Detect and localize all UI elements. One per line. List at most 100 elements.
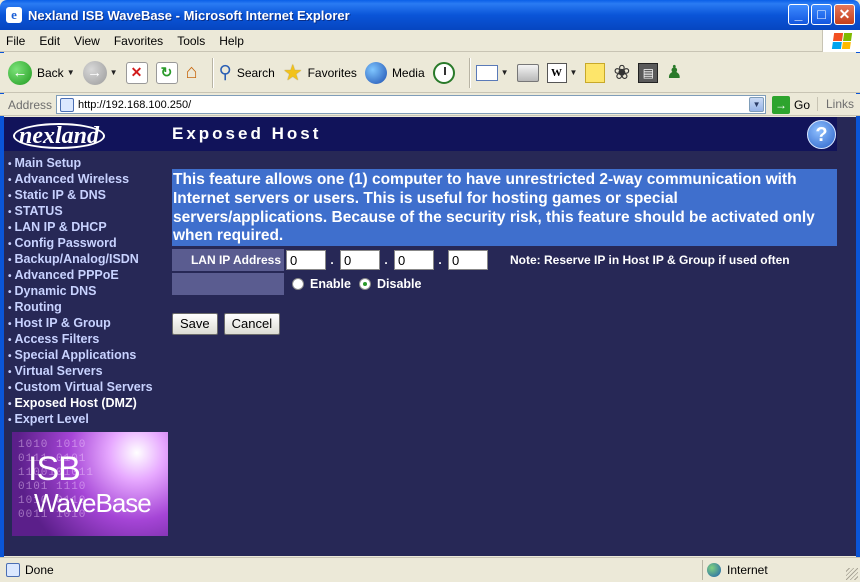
menu-view[interactable]: View bbox=[74, 34, 100, 48]
sidebar-item-backup-analog-isdn[interactable]: • Backup/Analog/ISDN bbox=[4, 251, 172, 267]
back-dropdown-icon[interactable]: ▼ bbox=[67, 68, 75, 77]
forward-dropdown-icon[interactable]: ▼ bbox=[110, 68, 118, 77]
back-arrow-icon: ← bbox=[8, 60, 32, 85]
maximize-button[interactable]: □ bbox=[811, 4, 832, 25]
favorites-button[interactable]: ★ Favorites bbox=[283, 60, 357, 86]
media-label: Media bbox=[391, 65, 425, 80]
feature-description: This feature allows one (1) computer to … bbox=[172, 169, 837, 246]
help-icon[interactable]: ? bbox=[807, 120, 836, 149]
edit-button[interactable]: W ▼ bbox=[546, 62, 578, 83]
logo-text: nexland bbox=[13, 123, 106, 149]
messenger-button[interactable]: ♟ bbox=[666, 62, 682, 83]
sidebar-item-routing[interactable]: • Routing bbox=[4, 299, 172, 315]
sidebar-item-static-ip-dns[interactable]: • Static IP & DNS bbox=[4, 187, 172, 203]
close-button[interactable]: ✕ bbox=[834, 4, 855, 25]
forward-button[interactable]: → ▼ bbox=[82, 60, 118, 85]
sidebar-item-status[interactable]: • STATUS bbox=[4, 203, 172, 219]
sidebar-item-label: Backup/Analog/ISDN bbox=[14, 252, 139, 266]
media-icon bbox=[364, 61, 387, 84]
history-button[interactable] bbox=[432, 61, 455, 84]
reserve-ip-note: Note: Reserve IP in Host IP & Group if u… bbox=[510, 253, 790, 267]
sidebar-item-expert-level[interactable]: • Expert Level bbox=[4, 411, 172, 427]
word-icon: W bbox=[546, 62, 567, 83]
menu-file[interactable]: File bbox=[6, 34, 25, 48]
sidebar-item-virtual-servers[interactable]: • Virtual Servers bbox=[4, 363, 172, 379]
sidebar-item-label: Config Password bbox=[14, 236, 117, 250]
home-button[interactable]: ⌂ bbox=[186, 61, 198, 84]
go-label: Go bbox=[794, 97, 811, 112]
sidebar-item-lan-ip-dhcp[interactable]: • LAN IP & DHCP bbox=[4, 219, 172, 235]
menu-edit[interactable]: Edit bbox=[39, 34, 60, 48]
minimize-button[interactable]: _ bbox=[788, 4, 809, 25]
menu-favorites[interactable]: Favorites bbox=[114, 34, 163, 48]
sidebar-item-label: LAN IP & DHCP bbox=[14, 220, 107, 234]
sidebar-item-label: Dynamic DNS bbox=[14, 284, 97, 298]
ip-octet-4[interactable] bbox=[448, 250, 488, 270]
enable-label[interactable]: Enable bbox=[310, 277, 351, 291]
address-dropdown-icon[interactable]: ▼ bbox=[749, 97, 765, 112]
home-icon: ⌂ bbox=[185, 61, 198, 83]
messenger-icon: ♟ bbox=[666, 62, 683, 82]
search-button[interactable]: ⚲ Search bbox=[219, 62, 275, 83]
toolbar: ← Back ▼ → ▼ ✕ ↻ ⌂ ⚲ Search ★ Favorites … bbox=[0, 53, 860, 93]
refresh-button[interactable]: ↻ bbox=[155, 61, 178, 84]
sidebar-item-advanced-pppoe[interactable]: • Advanced PPPoE bbox=[4, 267, 172, 283]
back-button[interactable]: ← Back ▼ bbox=[8, 60, 75, 85]
edit-dropdown-icon[interactable]: ▼ bbox=[570, 68, 578, 77]
search-label: Search bbox=[236, 65, 275, 80]
disable-label[interactable]: Disable bbox=[377, 277, 421, 291]
resize-grip-icon[interactable] bbox=[846, 568, 858, 580]
sidebar-item-host-ip-group[interactable]: • Host IP & Group bbox=[4, 315, 172, 331]
menu-tools[interactable]: Tools bbox=[177, 34, 205, 48]
mail-icon bbox=[475, 64, 498, 81]
back-label: Back bbox=[37, 65, 64, 80]
cancel-button[interactable]: Cancel bbox=[223, 313, 281, 335]
sidebar-item-advanced-wireless[interactable]: • Advanced Wireless bbox=[4, 171, 172, 187]
sidebar-item-dynamic-dns[interactable]: • Dynamic DNS bbox=[4, 283, 172, 299]
address-input[interactable]: http://192.168.100.250/ ▼ bbox=[56, 95, 767, 114]
ip-octet-3[interactable] bbox=[394, 250, 434, 270]
save-button[interactable]: Save bbox=[172, 313, 218, 335]
ip-dot: . bbox=[384, 253, 388, 267]
flower-button[interactable]: ❀ bbox=[613, 60, 630, 85]
nexland-logo: nexland bbox=[13, 119, 158, 151]
notes-button[interactable] bbox=[585, 62, 606, 83]
window-title: Nexland ISB WaveBase - Microsoft Interne… bbox=[28, 7, 350, 23]
mail-dropdown-icon[interactable]: ▼ bbox=[501, 68, 509, 77]
favorites-label: Favorites bbox=[307, 65, 357, 80]
banner-line-1: ISB bbox=[28, 450, 81, 488]
ip-dot: . bbox=[438, 253, 442, 267]
ip-octet-1[interactable] bbox=[286, 250, 326, 270]
sidebar-item-label: Routing bbox=[14, 300, 62, 314]
security-zone: Internet bbox=[702, 560, 858, 580]
forward-arrow-icon: → bbox=[82, 60, 107, 85]
menu-bar: File Edit View Favorites Tools Help bbox=[0, 30, 860, 52]
links-button[interactable]: Links bbox=[816, 97, 854, 111]
sidebar-item-label: Static IP & DNS bbox=[14, 188, 106, 202]
lan-ip-row: LAN IP Address . . . Note: Reserve IP in… bbox=[172, 248, 837, 272]
mail-button[interactable]: ▼ bbox=[475, 64, 509, 81]
go-arrow-icon: → bbox=[772, 95, 791, 114]
sidebar-item-custom-virtual-servers[interactable]: • Custom Virtual Servers bbox=[4, 379, 172, 395]
sidebar-item-config-password[interactable]: • Config Password bbox=[4, 235, 172, 251]
page-title: Exposed Host bbox=[172, 124, 322, 143]
media-button[interactable]: Media bbox=[364, 61, 425, 84]
go-button[interactable]: → Go bbox=[772, 95, 811, 114]
print-button[interactable] bbox=[516, 63, 539, 82]
sidebar-item-exposed-host[interactable]: • Exposed Host (DMZ) bbox=[4, 395, 172, 411]
sidebar-item-label: Custom Virtual Servers bbox=[14, 380, 153, 394]
sidebar-item-label: Virtual Servers bbox=[14, 364, 103, 378]
menu-help[interactable]: Help bbox=[219, 34, 244, 48]
search-icon: ⚲ bbox=[218, 62, 232, 82]
ip-octet-2[interactable] bbox=[340, 250, 380, 270]
stop-button[interactable]: ✕ bbox=[125, 61, 148, 84]
disk-icon: ▤ bbox=[638, 62, 659, 83]
status-text: Done bbox=[25, 563, 54, 577]
enable-radio[interactable] bbox=[292, 278, 304, 290]
disable-radio[interactable] bbox=[359, 278, 371, 290]
sidebar-item-access-filters[interactable]: • Access Filters bbox=[4, 331, 172, 347]
sidebar-item-special-applications[interactable]: • Special Applications bbox=[4, 347, 172, 363]
sidebar-item-main-setup[interactable]: • Main Setup bbox=[4, 155, 172, 171]
disk-button[interactable]: ▤ bbox=[638, 62, 659, 83]
sidebar-item-label: Advanced Wireless bbox=[14, 172, 130, 186]
